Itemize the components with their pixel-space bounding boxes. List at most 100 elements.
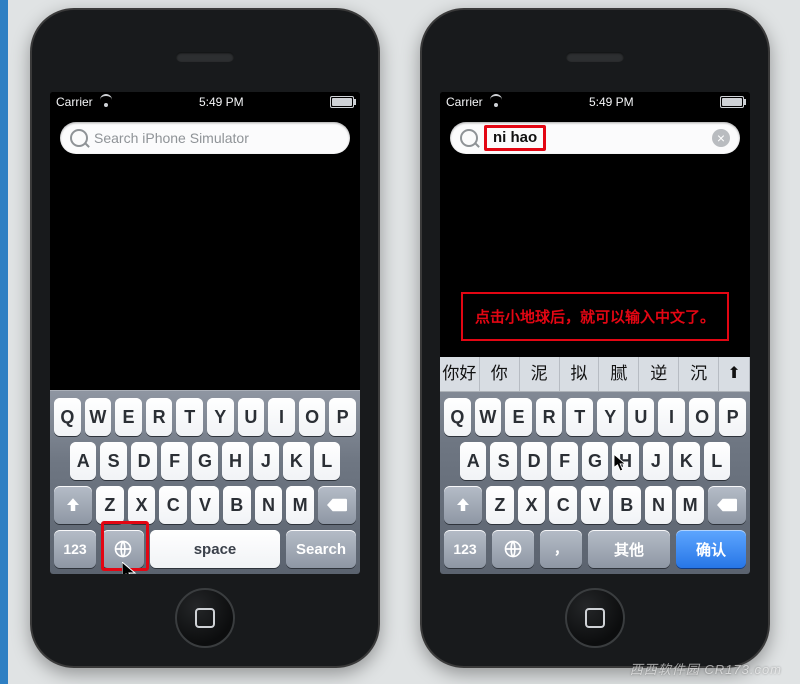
key-o[interactable]: O [689,398,716,436]
wifi-icon [489,97,503,107]
space-key[interactable]: space [150,530,280,568]
search-value-highlight: ni hao [484,125,546,150]
home-button[interactable] [175,588,235,648]
key-g[interactable]: G [582,442,608,480]
key-x[interactable]: X [128,486,156,524]
key-f[interactable]: F [161,442,187,480]
candidate-item[interactable]: 逆 [639,357,679,391]
annotation-text: 点击小地球后，就可以输入中文了。 [461,292,729,341]
key-z[interactable]: Z [96,486,124,524]
backspace-key[interactable] [318,486,356,524]
carrier-label: Carrier [446,95,483,109]
key-m[interactable]: M [676,486,704,524]
search-placeholder: Search iPhone Simulator [94,130,340,146]
key-s[interactable]: S [100,442,126,480]
key-j[interactable]: J [643,442,669,480]
key-z[interactable]: Z [486,486,514,524]
search-icon [460,129,478,147]
key-d[interactable]: D [521,442,547,480]
space-key[interactable]: 其他 [588,530,670,568]
key-h[interactable]: H [222,442,248,480]
key-u[interactable]: U [628,398,655,436]
status-bar: Carrier 5:49 PM [50,92,360,112]
key-p[interactable]: P [329,398,356,436]
key-r[interactable]: R [536,398,563,436]
key-k[interactable]: K [283,442,309,480]
phone-speaker [566,52,624,62]
carrier-label: Carrier [56,95,93,109]
key-p[interactable]: P [719,398,746,436]
globe-key[interactable] [102,530,144,568]
globe-key[interactable] [492,530,534,568]
home-button[interactable] [565,588,625,648]
key-e[interactable]: E [505,398,532,436]
confirm-key[interactable]: 确认 [676,530,746,568]
key-n[interactable]: N [645,486,673,524]
key-u[interactable]: U [238,398,265,436]
keyboard-left: QWERTYUIOP ASDFGHJKL ZXCVBNM 123 [50,390,360,574]
comma-key[interactable]: ， [540,530,582,568]
search-input[interactable]: ni hao [450,122,740,154]
candidate-item[interactable]: 泥 [520,357,560,391]
backspace-key[interactable] [708,486,746,524]
candidate-expand-icon[interactable]: ⬆ [719,357,750,391]
candidate-item[interactable]: 沉 [679,357,719,391]
screen-right: Carrier 5:49 PM ni hao 点击小地球后，就可以输入中文了。 … [440,92,750,574]
numeric-key[interactable]: 123 [54,530,96,568]
key-t[interactable]: T [176,398,203,436]
key-q[interactable]: Q [444,398,471,436]
key-y[interactable]: Y [207,398,234,436]
key-n[interactable]: N [255,486,283,524]
key-q[interactable]: Q [54,398,81,436]
key-s[interactable]: S [490,442,516,480]
key-v[interactable]: V [191,486,219,524]
key-w[interactable]: W [85,398,112,436]
key-i[interactable]: I [268,398,295,436]
key-i[interactable]: I [658,398,685,436]
key-j[interactable]: J [253,442,279,480]
key-a[interactable]: A [70,442,96,480]
key-r[interactable]: R [146,398,173,436]
search-input[interactable]: Search iPhone Simulator [60,122,350,154]
key-l[interactable]: L [704,442,730,480]
key-h[interactable]: H [612,442,638,480]
clock: 5:49 PM [589,95,634,109]
candidate-item[interactable]: 你好 [440,357,480,391]
key-k[interactable]: K [673,442,699,480]
numeric-key[interactable]: 123 [444,530,486,568]
clear-icon[interactable] [712,129,730,147]
clock: 5:49 PM [199,95,244,109]
key-o[interactable]: O [299,398,326,436]
stage: Carrier 5:49 PM Search iPhone Simulator … [0,0,800,684]
key-b[interactable]: B [223,486,251,524]
key-l[interactable]: L [314,442,340,480]
key-c[interactable]: C [549,486,577,524]
shift-key[interactable] [54,486,92,524]
key-t[interactable]: T [566,398,593,436]
key-e[interactable]: E [115,398,142,436]
key-b[interactable]: B [613,486,641,524]
shift-key[interactable] [444,486,482,524]
key-d[interactable]: D [131,442,157,480]
key-v[interactable]: V [581,486,609,524]
key-m[interactable]: M [286,486,314,524]
key-w[interactable]: W [475,398,502,436]
key-y[interactable]: Y [597,398,624,436]
battery-icon [330,96,354,108]
status-bar: Carrier 5:49 PM [440,92,750,112]
keyboard-right: 你好你泥拟腻逆沉⬆ QWERTYUIOP ASDFGHJKL ZXCVBNM 1… [440,357,750,574]
candidate-item[interactable]: 拟 [560,357,600,391]
key-f[interactable]: F [551,442,577,480]
phone-speaker [176,52,234,62]
key-a[interactable]: A [460,442,486,480]
battery-icon [720,96,744,108]
wifi-icon [99,97,113,107]
candidate-item[interactable]: 你 [480,357,520,391]
phone-left: Carrier 5:49 PM Search iPhone Simulator … [30,8,380,668]
key-g[interactable]: G [192,442,218,480]
key-x[interactable]: X [518,486,546,524]
search-key[interactable]: Search [286,530,356,568]
phone-right: Carrier 5:49 PM ni hao 点击小地球后，就可以输入中文了。 … [420,8,770,668]
key-c[interactable]: C [159,486,187,524]
candidate-item[interactable]: 腻 [599,357,639,391]
